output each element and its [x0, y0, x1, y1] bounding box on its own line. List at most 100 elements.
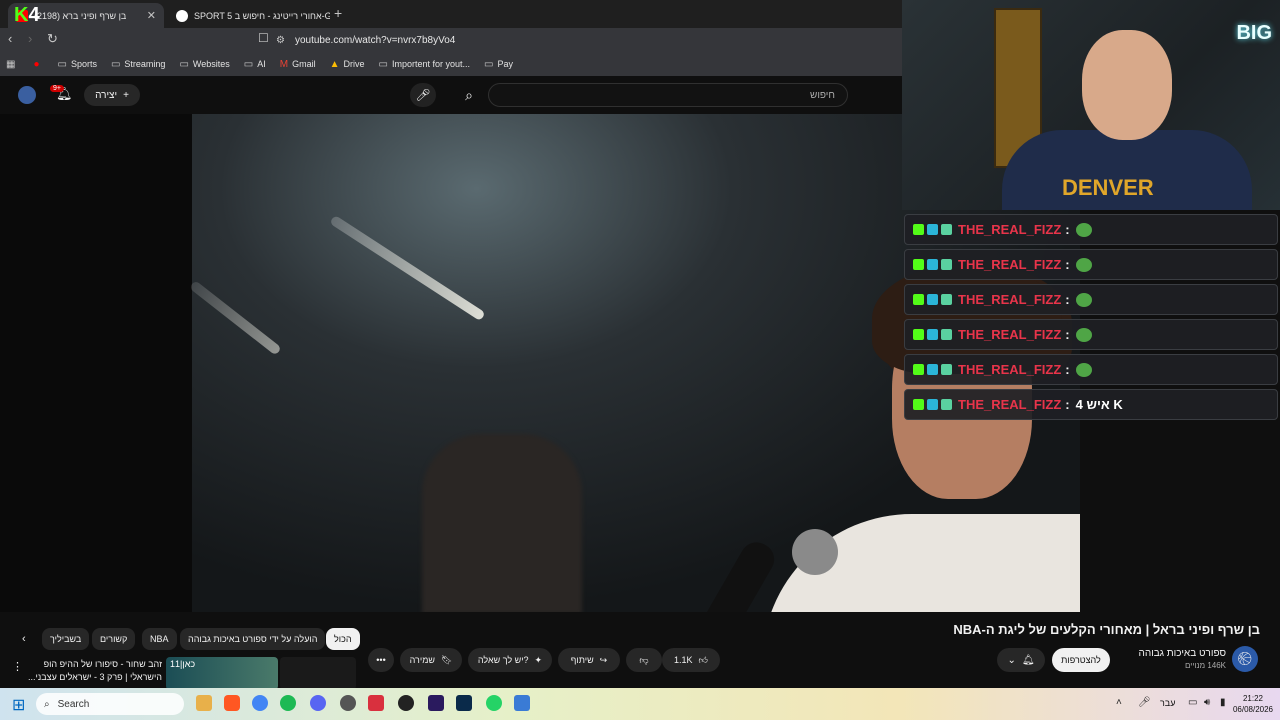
kick-badge-icon [913, 259, 924, 270]
chat-message: THE_REAL_FIZZ: [904, 284, 1278, 315]
discord-icon[interactable] [310, 695, 326, 711]
chat-username[interactable]: THE_REAL_FIZZ [958, 327, 1061, 342]
notepad-icon[interactable] [514, 695, 530, 711]
chat-username[interactable]: THE_REAL_FIZZ [958, 362, 1061, 377]
brave-browser-icon[interactable] [224, 695, 240, 711]
kick-overlay-logo: K4 [14, 4, 40, 26]
chat-separator: : [1065, 292, 1070, 307]
notification-badge: 9+ [50, 85, 64, 92]
spotify-icon[interactable] [280, 695, 296, 711]
pepe-emote-icon [1075, 257, 1092, 272]
like-button[interactable]: 1.1K 👍︎ [662, 648, 720, 672]
google-favicon-icon [176, 9, 188, 22]
search-input[interactable]: חיפוש [488, 83, 848, 107]
voice-search-icon[interactable]: 🎤︎ [410, 83, 436, 107]
pepe-emote-icon [1075, 362, 1092, 377]
filter-chips: הכול הועלה על ידי ספורט באיכות גבוהה NBA… [14, 628, 374, 650]
bookmark-gmail[interactable]: M Gmail [280, 59, 316, 70]
folder-icon: ▭ [378, 58, 388, 70]
tab-title: (2198) בן שרף ופיני ברא [34, 10, 127, 21]
chat-message: THE_REAL_FIZZ: [904, 214, 1278, 245]
save-button[interactable]: שמירה 🔖︎ [400, 648, 462, 672]
more-vertical-icon[interactable]: ⋮ [12, 660, 23, 673]
bookmark-important[interactable]: ▭ Importent for yout... [379, 59, 471, 70]
subscribe-button[interactable]: להצטרפות [1052, 648, 1110, 672]
share-icon: ↪ [599, 654, 608, 665]
channel-avatar[interactable]: 🏀︎ [1232, 646, 1258, 672]
youtube-bookmark-icon[interactable]: ● [33, 59, 43, 70]
chat-message: THE_REAL_FIZZ: [904, 354, 1278, 385]
clock[interactable]: 21:22 06/08/2026 [1232, 693, 1274, 715]
chip-related[interactable]: קשורים [92, 628, 136, 650]
chevron-left-icon[interactable]: ‹ [22, 633, 26, 645]
whatsapp-icon[interactable] [486, 695, 502, 711]
dislike-button[interactable]: 👎︎ [626, 648, 662, 672]
windows-start-icon[interactable]: ⊞ [12, 695, 25, 715]
photoshop-icon[interactable] [456, 695, 472, 711]
folder-icon: ▭ [484, 58, 494, 70]
obs-icon[interactable] [398, 695, 414, 711]
chrome-icon[interactable] [252, 695, 268, 711]
address-bar[interactable]: ⚙ youtube.com/watch?v=nvrx7b8yVo4 [276, 31, 896, 49]
share-button[interactable]: שיתוף ↪ [558, 648, 620, 672]
back-icon[interactable]: ‹ [8, 31, 12, 46]
microphone-icon[interactable]: 🎤︎ [1138, 697, 1151, 708]
chat-badges [913, 329, 952, 340]
tray-chevron-icon[interactable]: ˄ [1116, 697, 1122, 708]
drive-icon: ▲ [329, 58, 340, 70]
language-indicator[interactable]: עבר [1160, 698, 1175, 708]
chat-username[interactable]: THE_REAL_FIZZ [958, 292, 1061, 307]
tab-inactive[interactable]: SPORT 5 אחורי רייטינג - חיפוש ב-Goo [168, 3, 330, 28]
recommended-thumbnail[interactable]: כאן|11 [166, 657, 278, 690]
forward-icon[interactable]: › [28, 31, 32, 46]
taskbar-search[interactable]: ⌕ Search [36, 693, 184, 715]
settings-gear-icon[interactable] [340, 695, 356, 711]
bookmark-websites[interactable]: ▭ Websites [179, 59, 229, 70]
bookmark-drive[interactable]: ▲ Drive [330, 59, 365, 70]
bookmark-sports[interactable]: ▭ Sports [58, 59, 97, 70]
sparkle-icon: ✦ [534, 654, 543, 665]
folder-icon: ▭ [243, 58, 254, 70]
create-button[interactable]: יצירה + [84, 84, 140, 106]
bookmark-icon[interactable]: ☐ [258, 31, 269, 45]
bookmark-streaming[interactable]: ▭ Streaming [111, 59, 165, 70]
new-tab-icon[interactable]: + [334, 5, 342, 21]
chat-separator: : [1065, 327, 1070, 342]
bookmark-save-icon: 🔖︎ [440, 654, 453, 665]
recommended-thumbnail-2[interactable] [280, 657, 356, 690]
reload-icon[interactable]: ↻ [47, 31, 58, 47]
gift-badge-icon [941, 224, 952, 235]
channel-name[interactable]: ספורט באיכות גבוהה [1120, 648, 1226, 659]
volume-icon[interactable]: 🔊︎ [1204, 697, 1210, 708]
chip-uploaded-by[interactable]: הועלה על ידי ספורט באיכות גבוהה [180, 628, 326, 650]
kick-badge-icon [913, 224, 924, 235]
premiere-pro-icon[interactable] [428, 695, 444, 711]
battery-icon[interactable]: ▮ [1220, 697, 1226, 708]
chip-all[interactable]: הכול [326, 628, 360, 650]
chip-nba[interactable]: NBA [142, 628, 177, 650]
chat-username[interactable]: THE_REAL_FIZZ [958, 397, 1061, 412]
bookmark-ai[interactable]: ▭ AI [244, 59, 266, 70]
chat-badges [913, 364, 952, 375]
search-icon[interactable]: ⌕ [452, 83, 486, 107]
gift-badge-icon [941, 294, 952, 305]
site-info-icon[interactable]: ⚙ [276, 35, 285, 46]
recommended-title[interactable]: זהב שחור - סיפורו של ההיפ הופ הישראלי | … [26, 658, 162, 684]
close-tab-icon[interactable]: ✕ [147, 9, 156, 22]
sub-badge-icon [927, 399, 938, 410]
more-horizontal-icon: ••• [376, 655, 386, 665]
apps-icon[interactable]: ▦ [6, 59, 19, 70]
windows-taskbar [0, 688, 1280, 720]
account-avatar[interactable] [18, 86, 36, 104]
file-explorer-icon[interactable] [196, 695, 212, 711]
more-actions-button[interactable]: ••• [368, 648, 394, 672]
notification-settings-button[interactable]: ⌄ 🔔︎ [997, 648, 1045, 672]
folder-icon: ▭ [110, 58, 121, 70]
chat-username[interactable]: THE_REAL_FIZZ [958, 222, 1061, 237]
bookmark-pay[interactable]: ▭ Pay [484, 59, 513, 70]
network-icon[interactable]: ▭ [1188, 697, 1197, 708]
app-red-icon[interactable] [368, 695, 384, 711]
chip-for-you[interactable]: בשביליך [42, 628, 90, 650]
ask-button[interactable]: יש לך שאלה? ✦ [468, 648, 552, 672]
chat-username[interactable]: THE_REAL_FIZZ [958, 257, 1061, 272]
